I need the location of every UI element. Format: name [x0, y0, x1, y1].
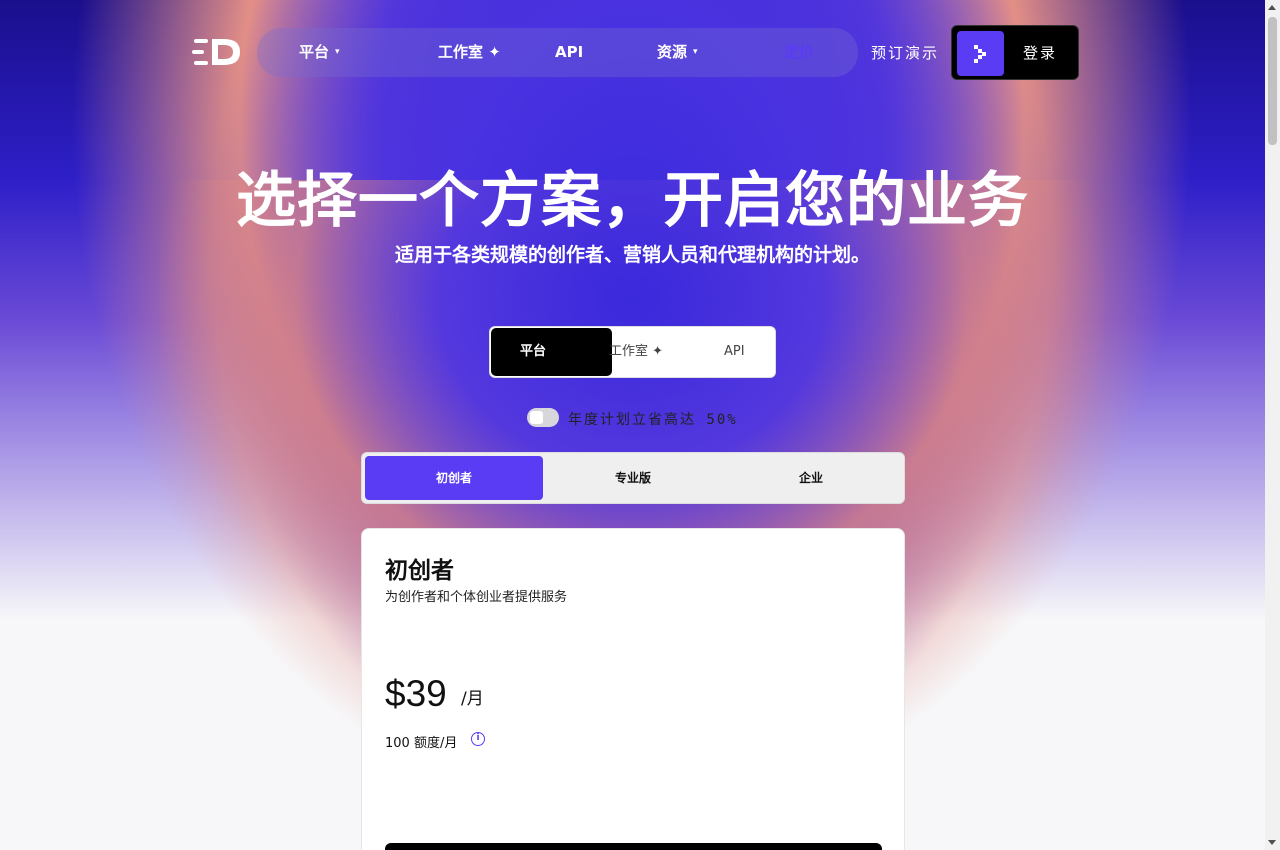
- toggle-knob: [530, 411, 543, 424]
- nav-item-label: API: [555, 43, 584, 61]
- book-demo-link[interactable]: 预订演示: [871, 42, 939, 63]
- login-button[interactable]: 登录: [951, 25, 1079, 80]
- product-tabs: 平台 工作室 ✦ API: [489, 326, 776, 378]
- tab-api[interactable]: API: [724, 327, 745, 377]
- login-icon-box: [957, 31, 1004, 76]
- plan-credits: 100 额度/月: [385, 736, 458, 751]
- chevron-right-icon: [974, 45, 986, 63]
- page-title: 选择一个方案，开启您的业务: [236, 166, 1029, 236]
- nav-item-platform[interactable]: 平台 ▾: [299, 28, 340, 77]
- chevron-down-icon: ▾: [335, 47, 340, 57]
- nav-item-label: 定价: [784, 43, 815, 61]
- annual-billing-toggle[interactable]: [527, 408, 559, 427]
- tab-pro[interactable]: 专业版: [544, 456, 722, 500]
- annual-billing-label: 年度计划立省高达 50%: [568, 412, 738, 428]
- tab-platform[interactable]: 平台: [491, 328, 612, 376]
- plan-description: 为创作者和个体创业者提供服务: [385, 590, 568, 605]
- page-subtitle: 适用于各类规模的创作者、营销人员和代理机构的计划。: [394, 244, 870, 266]
- nav-item-label: 平台: [299, 43, 330, 61]
- info-icon[interactable]: i: [471, 732, 485, 746]
- plan-card: 初创者 为创作者和个体创业者提供服务 $39 /月 100 额度/月 i: [361, 528, 905, 850]
- chevron-down-icon: ▾: [693, 47, 698, 57]
- scrollbar-thumb[interactable]: [1268, 17, 1277, 145]
- tab-enterprise[interactable]: 企业: [722, 456, 900, 500]
- tab-starter[interactable]: 初创者: [365, 456, 543, 500]
- nav-item-label: 工作室 ✦: [438, 43, 501, 61]
- plan-price: $39: [385, 673, 447, 714]
- plan-name: 初创者: [385, 558, 454, 584]
- scroll-down-icon[interactable]: [1268, 840, 1276, 845]
- plan-period: /月: [461, 689, 484, 709]
- nav-item-resources[interactable]: 资源 ▾: [657, 28, 698, 77]
- nav-item-label: 资源: [657, 43, 688, 61]
- scroll-up-icon[interactable]: [1268, 5, 1276, 10]
- nav-item-pricing[interactable]: 定价: [784, 28, 814, 77]
- login-label: 登录: [1023, 44, 1058, 62]
- nav-item-studio[interactable]: 工作室 ✦: [438, 28, 501, 77]
- brand-logo-icon[interactable]: [192, 36, 244, 68]
- page-scrollbar[interactable]: [1265, 0, 1280, 850]
- plan-cta-button[interactable]: [385, 843, 882, 850]
- nav-item-api[interactable]: API: [555, 28, 583, 77]
- plan-tabs: 初创者 专业版 企业: [361, 452, 905, 504]
- main-nav: 平台 ▾ 工作室 ✦ API 资源 ▾ 定价: [257, 28, 858, 77]
- tab-studio[interactable]: 工作室 ✦: [609, 327, 663, 377]
